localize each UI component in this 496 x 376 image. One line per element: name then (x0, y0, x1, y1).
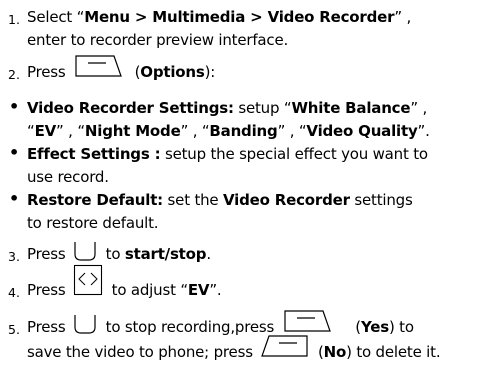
bullet-3-text: Restore Default: set the Video Recorder … (27, 191, 413, 209)
step-2-text: Press (Options): (27, 54, 215, 81)
bullet-1-text: Video Recorder Settings: setup “White Ba… (27, 99, 428, 117)
left-softkey-icon (75, 54, 122, 77)
ok-key-icon (74, 241, 96, 261)
step-4-text: Press to adjust “EV”. (27, 264, 222, 299)
right-softkey-icon (261, 334, 308, 357)
step-number: 4. (8, 285, 20, 300)
step-number: 2. (8, 67, 20, 82)
nav-left-right-icon (74, 264, 103, 295)
step-5-text-line2: save the video to phone; press (No) to d… (27, 334, 441, 361)
ok-key-icon (74, 314, 96, 334)
bullet-icon: • (9, 189, 20, 208)
bullet-icon: • (9, 97, 20, 116)
manual-page: 1. Select “Menu > Multimedia > Video Rec… (0, 0, 496, 376)
step-3-text: Press to start/stop. (27, 241, 211, 263)
bullet-2-text-line2: use record. (27, 168, 109, 186)
bullet-1-text-line2: “EV” , “Night Mode” , “Banding” , “Video… (27, 122, 430, 140)
bullet-3-text-line2: to restore default. (27, 214, 159, 232)
bullet-2-text: Effect Settings : setup the special effe… (27, 145, 428, 163)
left-softkey-icon (284, 309, 331, 332)
step-number: 1. (8, 12, 20, 27)
step-number: 3. (8, 249, 20, 264)
bullet-icon: • (9, 143, 20, 162)
step-1-text-line2: enter to recorder preview interface. (27, 31, 289, 49)
step-number: 5. (8, 322, 20, 337)
step-5-text: Press to stop recording,press (Yes) to (27, 309, 414, 336)
step-1-text: Select “Menu > Multimedia > Video Record… (27, 8, 412, 26)
